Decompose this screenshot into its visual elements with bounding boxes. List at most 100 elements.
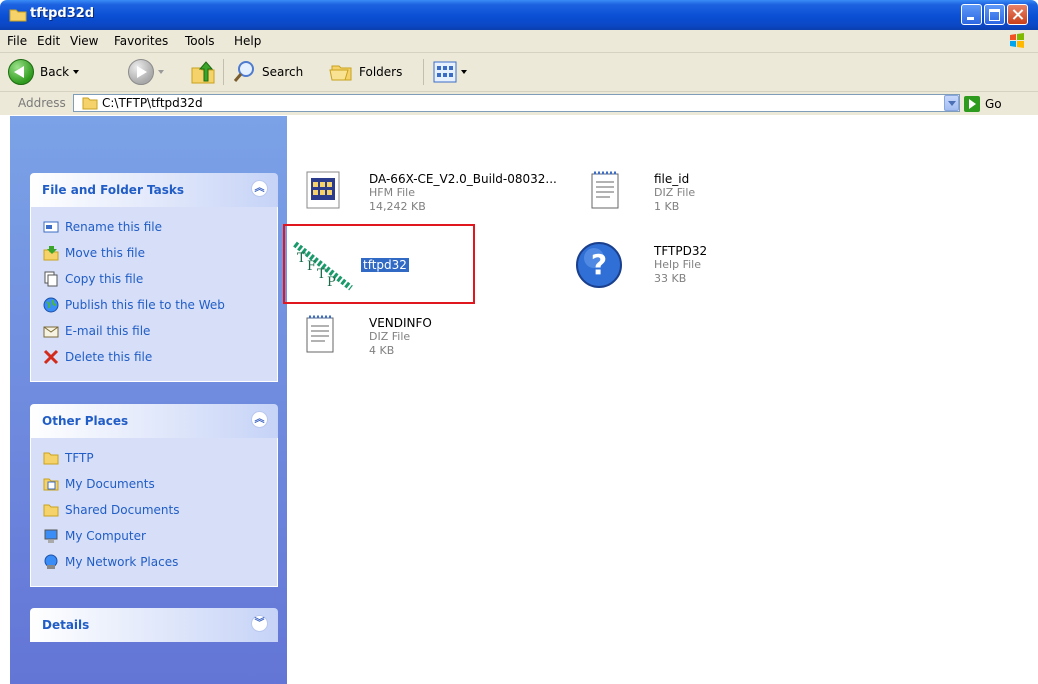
- folder-icon: [82, 97, 98, 110]
- file-size: 1 KB: [654, 200, 680, 213]
- back-label: Back: [40, 65, 70, 79]
- file-list: DA-66X-CE_V2.0_Build-08032... HFM File 1…: [283, 116, 1038, 684]
- panel-title: Other Places: [42, 414, 129, 428]
- file-size: 14,242 KB: [369, 200, 426, 213]
- network-places-icon: [44, 554, 58, 569]
- close-button[interactable]: [1007, 4, 1028, 25]
- task-publish-web[interactable]: Publish this file to the Web: [31, 293, 277, 319]
- go-button[interactable]: Go: [964, 94, 1002, 113]
- email-icon: [43, 326, 59, 338]
- task-email[interactable]: E-mail this file: [31, 319, 277, 345]
- forward-arrow-icon: [128, 59, 154, 85]
- svg-text:?: ?: [591, 248, 607, 281]
- folders-button[interactable]: Folders: [329, 59, 402, 85]
- place-tftp[interactable]: TFTP: [31, 446, 277, 472]
- collapse-icon[interactable]: ︽: [251, 180, 268, 197]
- task-delete[interactable]: Delete this file: [31, 345, 277, 371]
- folder-icon: [43, 452, 59, 465]
- file-item-file-id[interactable]: file_id DIZ File 1 KB: [582, 168, 782, 216]
- notepad-file-icon: [306, 315, 334, 353]
- file-type: Help File: [654, 258, 701, 271]
- menu-bar: File Edit View Favorites Tools Help: [0, 30, 1038, 53]
- file-folder-tasks-header[interactable]: File and Folder Tasks ︽: [30, 173, 278, 207]
- panel-title: File and Folder Tasks: [42, 183, 185, 197]
- file-name: VENDINFO: [369, 316, 432, 330]
- panel-title: Details: [42, 618, 90, 632]
- hfm-file-icon: [306, 171, 340, 209]
- window-title: tftpd32d: [30, 6, 95, 21]
- up-folder-button[interactable]: [190, 59, 216, 85]
- file-size: 33 KB: [654, 272, 687, 285]
- menu-edit[interactable]: Edit: [37, 34, 60, 48]
- file-item-hfm[interactable]: DA-66X-CE_V2.0_Build-08032... HFM File 1…: [297, 168, 577, 216]
- file-item-tftpd32-help[interactable]: ? TFTPD32 Help File 33 KB: [576, 240, 782, 292]
- other-places-panel: Other Places ︽ TFTP My Documents Shared …: [30, 404, 278, 587]
- windows-logo-icon: [1010, 33, 1024, 48]
- toolbar: Back Search Folders: [0, 53, 1038, 92]
- search-button[interactable]: Search: [232, 59, 303, 85]
- menu-tools[interactable]: Tools: [185, 34, 215, 48]
- address-input[interactable]: C:\TFTP\tftpd32d: [73, 94, 960, 112]
- expand-icon[interactable]: ︾: [251, 615, 268, 632]
- folders-label: Folders: [359, 65, 403, 79]
- views-grid-icon: [433, 61, 457, 83]
- details-header[interactable]: Details ︾: [30, 608, 278, 642]
- copy-icon: [44, 271, 58, 287]
- file-type: DIZ File: [654, 186, 696, 199]
- file-type: DIZ File: [369, 330, 411, 343]
- task-pane: File and Folder Tasks ︽ Rename this file…: [10, 116, 287, 684]
- minimize-button[interactable]: [961, 4, 982, 25]
- views-button[interactable]: [433, 59, 467, 85]
- file-name: DA-66X-CE_V2.0_Build-08032...: [369, 172, 557, 186]
- annotation-highlight-box: [283, 224, 475, 304]
- file-name: file_id: [654, 172, 690, 186]
- address-dropdown-button[interactable]: [944, 95, 959, 111]
- folders-icon: [329, 65, 352, 81]
- my-documents-icon: [43, 478, 59, 491]
- menu-help[interactable]: Help: [234, 34, 261, 48]
- folder-icon: [43, 504, 59, 517]
- up-folder-icon: [191, 61, 215, 84]
- other-places-body: TFTP My Documents Shared Documents My Co…: [30, 438, 278, 587]
- rename-icon: [43, 221, 59, 233]
- folder-icon: [9, 9, 27, 22]
- task-move[interactable]: Move this file: [31, 241, 277, 267]
- my-computer-icon: [44, 529, 58, 543]
- file-type: HFM File: [369, 186, 415, 199]
- address-label: Address: [18, 96, 66, 110]
- file-folder-tasks-panel: File and Folder Tasks ︽ Rename this file…: [30, 173, 278, 382]
- menu-view[interactable]: View: [70, 34, 98, 48]
- file-name: TFTPD32: [654, 244, 708, 258]
- other-places-header[interactable]: Other Places ︽: [30, 404, 278, 438]
- menu-file[interactable]: File: [7, 34, 27, 48]
- delete-icon: [43, 349, 59, 365]
- views-dropdown-icon[interactable]: [461, 70, 467, 74]
- go-arrow-icon: [964, 95, 980, 112]
- task-copy[interactable]: Copy this file: [31, 267, 277, 293]
- search-icon: [233, 61, 254, 82]
- help-file-icon: ?: [576, 242, 622, 288]
- search-label: Search: [262, 65, 304, 79]
- publish-web-icon: [43, 297, 59, 313]
- file-item-vendinfo[interactable]: VENDINFO DIZ File 4 KB: [297, 312, 497, 360]
- go-label: Go: [985, 96, 1002, 111]
- task-rename[interactable]: Rename this file: [31, 215, 277, 241]
- forward-dropdown-icon[interactable]: [158, 70, 164, 74]
- place-my-network-places[interactable]: My Network Places: [31, 550, 277, 576]
- address-bar: Address C:\TFTP\tftpd32d Go: [0, 92, 1038, 115]
- title-bar: tftpd32d: [0, 0, 1038, 30]
- place-my-computer[interactable]: My Computer: [31, 524, 277, 550]
- place-my-documents[interactable]: My Documents: [31, 472, 277, 498]
- place-shared-documents[interactable]: Shared Documents: [31, 498, 277, 524]
- forward-button[interactable]: [128, 59, 164, 85]
- maximize-button[interactable]: [984, 4, 1005, 25]
- address-path: C:\TFTP\tftpd32d: [102, 96, 203, 110]
- notepad-file-icon: [591, 171, 619, 209]
- move-icon: [43, 246, 59, 261]
- back-arrow-icon: [8, 59, 34, 85]
- file-folder-tasks-body: Rename this file Move this file Copy thi…: [30, 207, 278, 382]
- menu-favorites[interactable]: Favorites: [114, 34, 168, 48]
- back-dropdown-icon[interactable]: [73, 70, 80, 74]
- back-button[interactable]: Back: [8, 59, 80, 85]
- collapse-icon[interactable]: ︽: [251, 411, 268, 428]
